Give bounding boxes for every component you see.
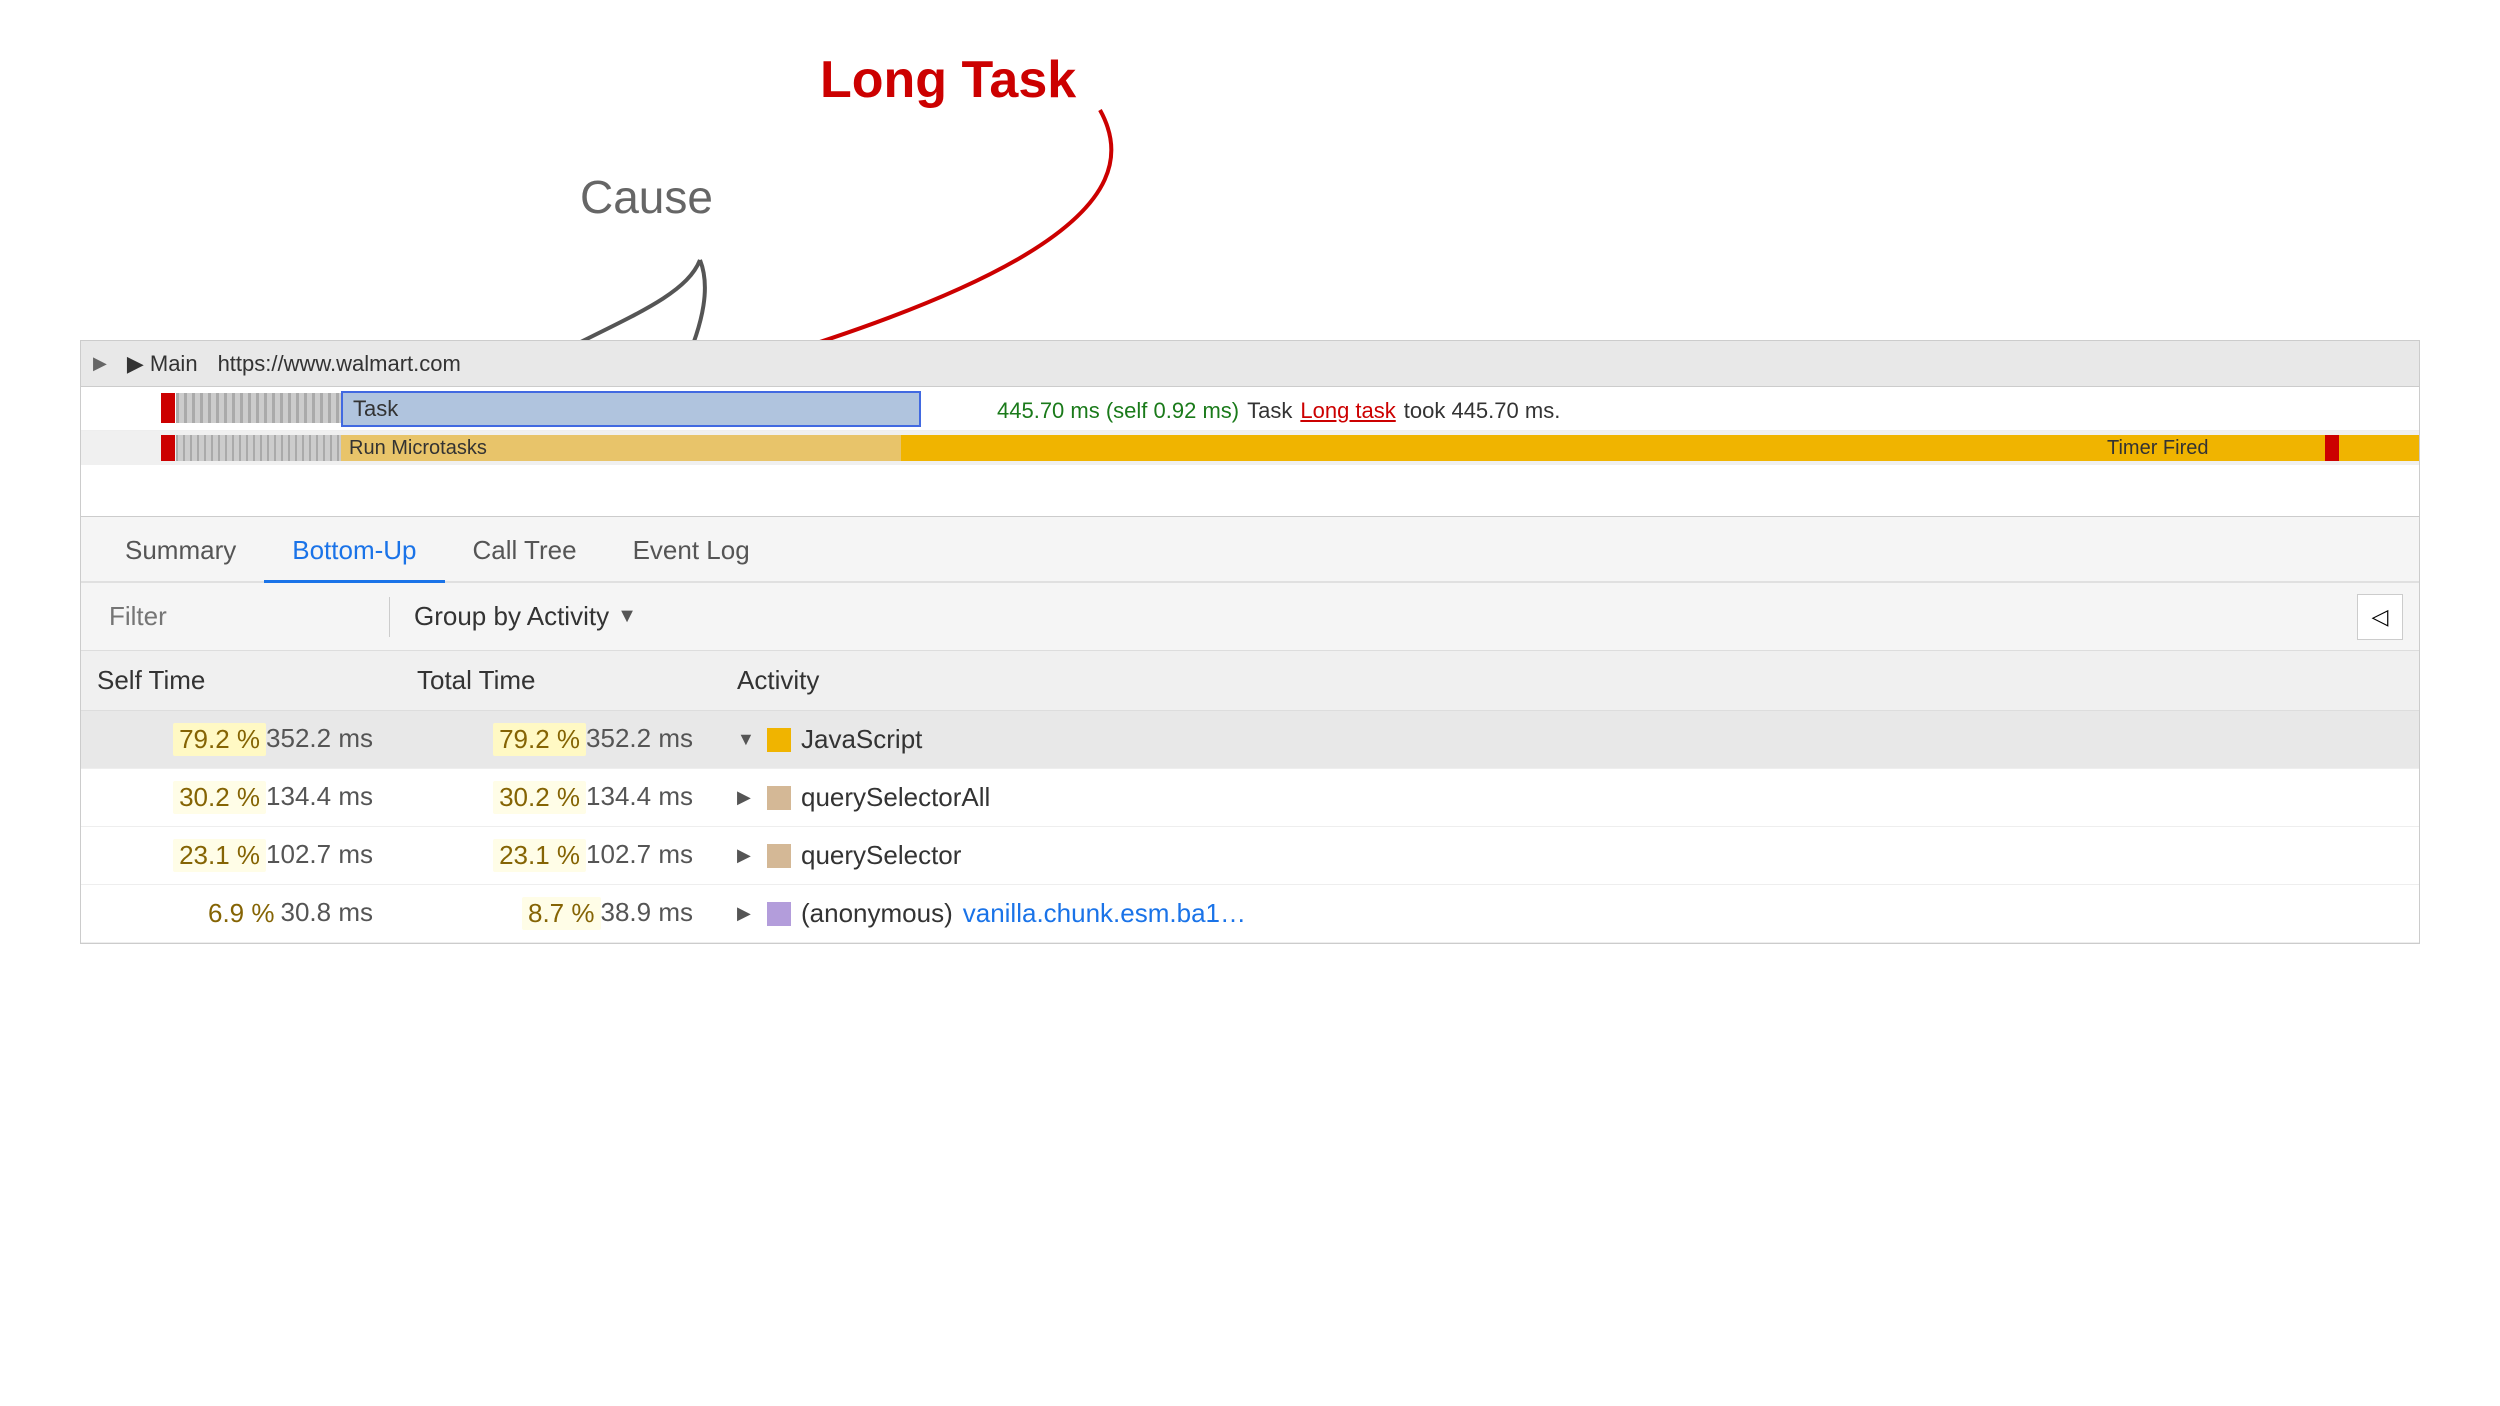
timer-fired-block: Timer Fired bbox=[2099, 435, 2319, 461]
total-time-pct: 79.2 % bbox=[493, 723, 586, 756]
total-time-value: 38.9 ms bbox=[601, 897, 694, 928]
col-header-total-time[interactable]: Total Time bbox=[401, 651, 721, 711]
total-time-pct: 23.1 % bbox=[493, 839, 586, 872]
total-time-cell: 352.2 ms 79.2 % bbox=[401, 711, 721, 769]
self-time-pct: 23.1 % bbox=[173, 839, 266, 872]
total-time-cell: 38.9 ms 8.7 % bbox=[401, 885, 721, 943]
tab-summary[interactable]: Summary bbox=[97, 525, 264, 583]
bottom-up-table: Self Time Total Time Activity 352.2 ms 7… bbox=[81, 651, 2419, 943]
devtools-panel: ▶ ▶ Main https://www.walmart.com Task 44… bbox=[80, 340, 2420, 944]
self-time-cell: 134.4 ms 30.2 % bbox=[81, 769, 401, 827]
activity-name: JavaScript bbox=[801, 724, 922, 755]
self-time-value: 134.4 ms bbox=[266, 781, 373, 812]
activity-name: (anonymous) bbox=[801, 898, 953, 929]
filter-divider bbox=[389, 597, 390, 637]
activity-source-link[interactable]: vanilla.chunk.esm.ba1… bbox=[963, 898, 1246, 929]
activity-color-icon bbox=[767, 786, 791, 810]
activity-cell: ▶ (anonymous) vanilla.chunk.esm.ba1… bbox=[721, 885, 2419, 943]
table-row[interactable]: 102.7 ms 23.1 % 102.7 ms 23.1 % ▶ querySe… bbox=[81, 827, 2419, 885]
timeline-url: https://www.walmart.com bbox=[218, 351, 461, 377]
self-time-value: 102.7 ms bbox=[266, 839, 373, 870]
total-time-cell: 134.4 ms 30.2 % bbox=[401, 769, 721, 827]
task-info-bar: 445.70 ms (self 0.92 ms) Task Long task … bbox=[981, 387, 2419, 435]
activity-cell: ▼ JavaScript bbox=[721, 711, 2419, 769]
total-time-value: 352.2 ms bbox=[586, 723, 693, 754]
total-time-pct: 8.7 % bbox=[522, 897, 601, 930]
table-row[interactable]: 352.2 ms 79.2 % 352.2 ms 79.2 % ▼ JavaScr… bbox=[81, 711, 2419, 769]
group-by-button[interactable]: Group by Activity ▼ bbox=[402, 593, 649, 640]
self-time-pct: 6.9 % bbox=[202, 897, 281, 930]
tab-bottom-up[interactable]: Bottom-Up bbox=[264, 525, 444, 583]
tab-call-tree[interactable]: Call Tree bbox=[445, 525, 605, 583]
activity-color-icon bbox=[767, 844, 791, 868]
timing-info: 445.70 ms (self 0.92 ms) bbox=[997, 398, 1239, 424]
timeline-header: ▶ ▶ Main https://www.walmart.com bbox=[81, 341, 2419, 387]
group-by-label: Group by Activity bbox=[414, 601, 609, 632]
red-marker-1 bbox=[161, 393, 175, 423]
activity-color-icon bbox=[767, 728, 791, 752]
self-time-value: 30.8 ms bbox=[281, 897, 374, 928]
cause-annotation: Cause bbox=[580, 170, 713, 224]
flame-chart: Task 445.70 ms (self 0.92 ms) Task Long … bbox=[81, 387, 2419, 517]
col-header-self-time[interactable]: Self Time bbox=[81, 651, 401, 711]
expand-arrow-icon[interactable]: ▼ bbox=[737, 729, 757, 750]
tabs-bar: Summary Bottom-Up Call Tree Event Log bbox=[81, 517, 2419, 583]
activity-cell: ▶ querySelectorAll bbox=[721, 769, 2419, 827]
total-time-pct: 30.2 % bbox=[493, 781, 586, 814]
activity-name: querySelector bbox=[801, 840, 961, 871]
task-label: Task bbox=[1247, 398, 1292, 424]
self-time-pct: 79.2 % bbox=[173, 723, 266, 756]
sidebar-toggle-button[interactable]: ◁ bbox=[2357, 594, 2403, 640]
activity-color-icon bbox=[767, 902, 791, 926]
expand-arrow-icon[interactable]: ▶ bbox=[737, 903, 757, 924]
activity-name: querySelectorAll bbox=[801, 782, 990, 813]
total-time-value: 102.7 ms bbox=[586, 839, 693, 870]
sidebar-toggle-icon: ◁ bbox=[2372, 604, 2389, 630]
self-time-value: 352.2 ms bbox=[266, 723, 373, 754]
run-microtasks-block: Run Microtasks bbox=[341, 435, 901, 461]
filter-row: Group by Activity ▼ ◁ bbox=[81, 583, 2419, 651]
total-time-cell: 102.7 ms 23.1 % bbox=[401, 827, 721, 885]
activity-cell: ▶ querySelector bbox=[721, 827, 2419, 885]
timing-end: took 445.70 ms. bbox=[1404, 398, 1561, 424]
red-marker-3 bbox=[2325, 435, 2339, 461]
expand-arrow-icon[interactable]: ▶ bbox=[737, 787, 757, 808]
task-block[interactable]: Task bbox=[341, 391, 921, 427]
self-time-cell: 352.2 ms 79.2 % bbox=[81, 711, 401, 769]
table-header-row: Self Time Total Time Activity bbox=[81, 651, 2419, 711]
expand-icon[interactable]: ▶ bbox=[93, 353, 107, 374]
long-task-link[interactable]: Long task bbox=[1300, 398, 1395, 424]
self-time-cell: 102.7 ms 23.1 % bbox=[81, 827, 401, 885]
self-time-cell: 30.8 ms 6.9 % bbox=[81, 885, 401, 943]
table-row[interactable]: 134.4 ms 30.2 % 134.4 ms 30.2 % ▶ querySe… bbox=[81, 769, 2419, 827]
long-task-annotation: Long Task bbox=[820, 50, 1076, 110]
flame-row-2: Run Microtasks Timer Fired bbox=[81, 431, 2419, 465]
total-time-value: 134.4 ms bbox=[586, 781, 693, 812]
dropdown-arrow-icon: ▼ bbox=[617, 605, 637, 628]
col-header-activity[interactable]: Activity bbox=[721, 651, 2419, 711]
filter-input[interactable] bbox=[97, 593, 377, 640]
tab-event-log[interactable]: Event Log bbox=[605, 525, 778, 583]
self-time-pct: 30.2 % bbox=[173, 781, 266, 814]
main-label: ▶ Main bbox=[127, 351, 198, 377]
red-marker-2 bbox=[161, 435, 175, 461]
expand-arrow-icon[interactable]: ▶ bbox=[737, 845, 757, 866]
table-row[interactable]: 30.8 ms 6.9 % 38.9 ms 8.7 % ▶ (anonymous)… bbox=[81, 885, 2419, 943]
